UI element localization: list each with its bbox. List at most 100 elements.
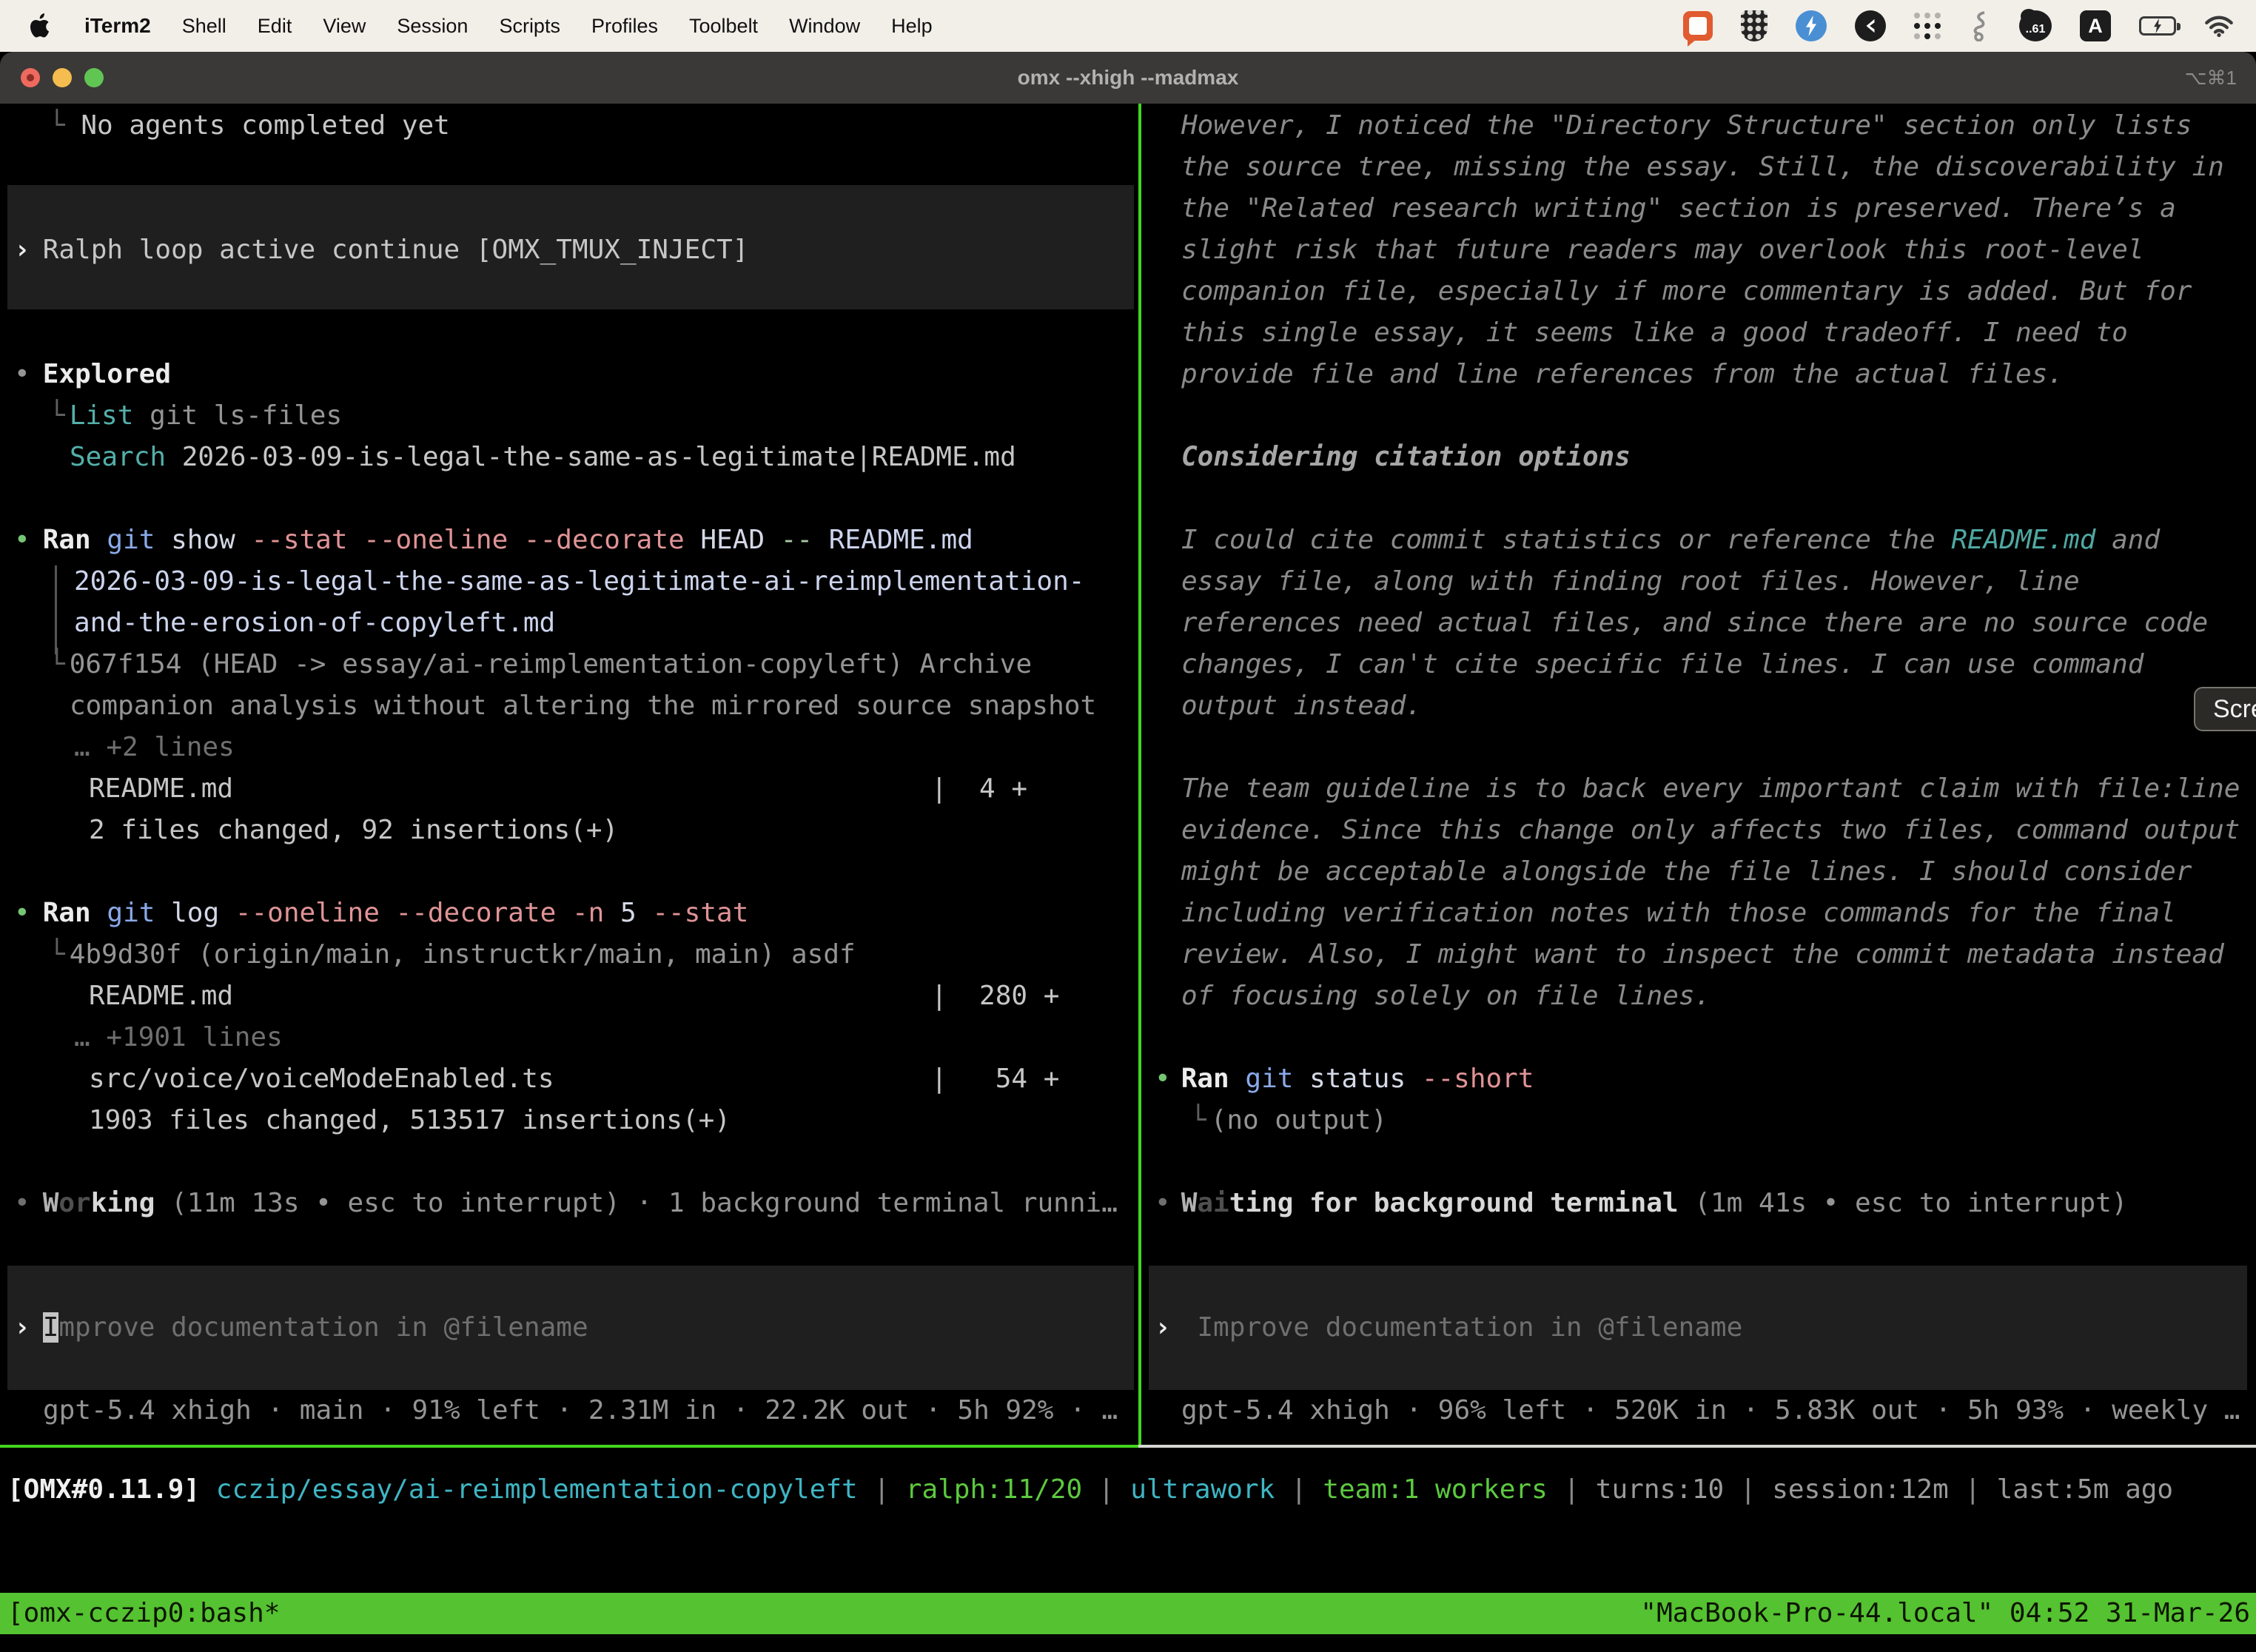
waiting-status-line: •Waiting for background terminal (1m 41s…: [1155, 1183, 2127, 1224]
apple-menu-icon[interactable]: [28, 13, 53, 38]
text-cursor: I: [43, 1312, 59, 1343]
log-word: log: [155, 898, 219, 928]
thinking-para3-line2: evidence. Since this change only affects…: [1181, 810, 2240, 851]
no-output-text: (no output): [1211, 1105, 1387, 1135]
thinking-para1-line2: the source tree, missing the essay. Stil…: [1181, 147, 2224, 188]
right-input-text: Improve documentation in @filename: [1181, 1312, 1743, 1343]
commit-info-text: 067f154 (HEAD -> essay/ai-reimplementati…: [70, 649, 1032, 679]
sync-badge-icon[interactable]: [1796, 10, 1827, 41]
prompt-icon: ›: [1155, 1312, 1171, 1343]
menu-status-icons: ..61 A: [1683, 10, 2256, 41]
no-output-line: └(no output): [1190, 1100, 1387, 1141]
waiting-shimmer-lit: ting for background terminal: [1229, 1188, 1679, 1218]
omx-turns: turns:10: [1596, 1474, 1724, 1505]
git-word: git: [91, 525, 155, 555]
explored-title: Explored: [43, 359, 171, 389]
security-shield-icon[interactable]: [1741, 10, 1767, 41]
status-word: status: [1293, 1064, 1406, 1094]
working-shimmer-dim: or: [58, 1188, 90, 1218]
ralph-input-line[interactable]: ›Ralph loop active continue [OMX_TMUX_IN…: [14, 229, 748, 271]
menu-item-edit[interactable]: Edit: [258, 15, 292, 38]
dots-grid-icon[interactable]: [1914, 13, 1941, 39]
menu-item-session[interactable]: Session: [397, 15, 468, 38]
ran-git-show-line: •Ran git show --stat --oneline --decorat…: [14, 520, 973, 561]
git-word: git: [91, 898, 155, 928]
left-pane[interactable]: └ No agents completed yet ›Ralph loop ac…: [0, 104, 1138, 1445]
right-prompt-line[interactable]: › Improve documentation in @filename: [1155, 1307, 1742, 1349]
pane-divider[interactable]: [1138, 104, 1141, 1445]
thinking-para1-line3: the "Related research writing" section i…: [1181, 188, 2176, 229]
thinking-para2-line2: essay file, along with finding root file…: [1181, 561, 2080, 602]
dashdash-sep: --: [765, 525, 813, 555]
tmux-status-bar: [omx-cczip0:bash* "MacBook-Pro-44.local"…: [0, 1593, 2256, 1634]
battery-percent-icon[interactable]: ..61: [2019, 10, 2052, 41]
separator: |: [1724, 1474, 1772, 1505]
show-flags: --stat --oneline --decorate: [235, 525, 685, 555]
thinking-para2-line3: references need actual files, and since …: [1181, 602, 2208, 644]
separator: |: [1275, 1474, 1323, 1505]
search-arg: 2026-03-09-is-legal-the-same-as-legitima…: [166, 442, 1016, 472]
bullet-icon: •: [14, 359, 30, 389]
omx-last: last:5m ago: [1997, 1474, 2173, 1505]
commit-subject-line2: and-the-erosion-of-copyleft.md: [74, 602, 555, 644]
omx-ultrawork: ultrawork: [1130, 1474, 1275, 1505]
separator: |: [1949, 1474, 1997, 1505]
ran-git-log-line: •Ran git log --oneline --decorate -n 5 -…: [14, 893, 748, 934]
explored-list-line: └List git ls-files: [49, 395, 342, 437]
right-model-status: gpt-5.4 xhigh · 96% left · 520K in · 5.8…: [1181, 1390, 2240, 1431]
working-status-line: • Working (11m 13s • esc to interrupt) · …: [14, 1183, 1118, 1224]
commit-info-line1: └067f154 (HEAD -> essay/ai-reimplementat…: [49, 644, 1032, 685]
head-word: HEAD: [685, 525, 765, 555]
screen-share-pill[interactable]: Scre: [2194, 687, 2256, 731]
explored-search-line: Search 2026-03-09-is-legal-the-same-as-l…: [70, 437, 1016, 478]
thinking-para3-line3: might be acceptable alongside the file l…: [1181, 851, 2192, 893]
menu-item-window[interactable]: Window: [789, 15, 860, 38]
window-title: omx --xhigh --madmax: [0, 66, 2256, 90]
battery-charging-icon[interactable]: [2139, 16, 2176, 36]
working-shimmer-lit: king: [91, 1188, 155, 1218]
readme-link[interactable]: README.md: [1951, 525, 2095, 555]
omx-team: team:1 workers: [1323, 1474, 1547, 1505]
keyboard-layout-icon[interactable]: A: [2080, 10, 2111, 41]
menu-item-profiles[interactable]: Profiles: [591, 15, 658, 38]
tmux-window-name[interactable]: [omx-cczip0:bash*: [0, 1593, 280, 1634]
pointer-circle-icon[interactable]: [1855, 10, 1886, 41]
separator: |: [858, 1474, 906, 1505]
wifi-icon[interactable]: [2204, 15, 2234, 37]
tree-corner-icon: └: [49, 939, 65, 970]
prompt-icon: ›: [14, 235, 30, 265]
ran-git-status-line: •Ran git status --short: [1155, 1058, 1534, 1100]
left-prompt-line[interactable]: ›Improve documentation in @filename: [14, 1307, 588, 1349]
menu-item-help[interactable]: Help: [891, 15, 933, 38]
show-file: README.md: [813, 525, 973, 555]
stat-file: src/voice/voiceModeEnabled.ts: [89, 1058, 554, 1100]
title-bar[interactable]: omx --xhigh --madmax ⌥⌘1: [0, 52, 2256, 104]
thinking-heading: Considering citation options: [1181, 437, 1631, 478]
no-agents-line: └ No agents completed yet: [49, 105, 450, 147]
working-shimmer-w: W: [43, 1188, 59, 1218]
menu-item-toolbelt[interactable]: Toolbelt: [689, 15, 758, 38]
right-pane[interactable]: However, I noticed the "Directory Struct…: [1143, 104, 2256, 1445]
battery-percent-label: ..61: [2026, 23, 2046, 36]
tree-corner-icon: └: [49, 110, 65, 141]
list-label: List: [70, 400, 134, 431]
stat-file: README.md: [89, 768, 233, 810]
working-detail: (11m 13s • esc to interrupt) · 1 backgro…: [155, 1188, 1117, 1218]
keyboard-layout-label: A: [2088, 15, 2103, 38]
menu-item-scripts[interactable]: Scripts: [499, 15, 560, 38]
menu-item-view[interactable]: View: [323, 15, 366, 38]
thinking-para2-line1: I could cite commit statistics or refere…: [1181, 520, 2160, 561]
commit-subject-line1: 2026-03-09-is-legal-the-same-as-legitima…: [74, 561, 1084, 602]
separator: |: [1548, 1474, 1596, 1505]
screen-share-icon[interactable]: [1683, 11, 1713, 41]
squiggle-icon[interactable]: [1969, 10, 1991, 41]
omx-status-line: [OMX#0.11.9] cczip/essay/ai-reimplementa…: [7, 1469, 2173, 1511]
menu-item-iterm2[interactable]: iTerm2: [84, 14, 151, 38]
log-flags2: --stat: [637, 898, 749, 928]
waiting-detail: (1m 41s • esc to interrupt): [1679, 1188, 2128, 1218]
log-count: 5: [604, 898, 636, 928]
menu-item-shell[interactable]: Shell: [182, 15, 226, 38]
window-shortcut-badge: ⌥⌘1: [2185, 67, 2237, 90]
stat-summary: 2 files changed, 92 insertions(+): [89, 810, 618, 851]
bullet-icon: •: [14, 1188, 30, 1218]
